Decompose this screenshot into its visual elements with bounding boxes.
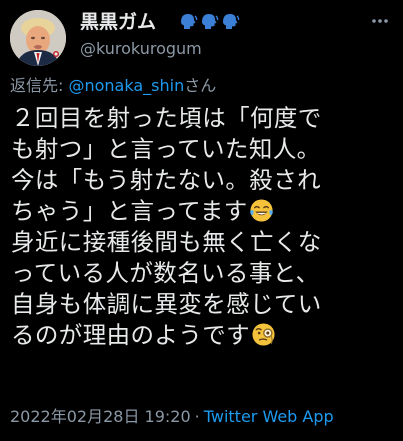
speaking-head-icon bbox=[223, 14, 240, 29]
reply-prefix: 返信先: bbox=[10, 76, 69, 95]
display-name[interactable]: 黒黒ガム bbox=[80, 10, 156, 34]
face-with-tears-of-joy-icon bbox=[249, 199, 273, 222]
tweet-line-with-emoji: ちゃう」と言ってます bbox=[11, 196, 399, 227]
tweet-line: ２回目を射った頃は「何度で bbox=[11, 104, 322, 132]
more-options-button[interactable] bbox=[365, 6, 395, 36]
speaking-head-icon bbox=[202, 14, 219, 29]
name-badges bbox=[178, 11, 240, 31]
face-with-monocle-icon bbox=[252, 323, 275, 346]
tweet-meta: 2022年02月28日 19:20 · Twitter Web App bbox=[10, 406, 334, 428]
more-dots-icon bbox=[372, 19, 388, 23]
tweet-card: 黒黒ガム @kurokurogum 返信先: @nonaka_shinさん ２回… bbox=[0, 0, 403, 441]
user-handle[interactable]: @kurokurogum bbox=[80, 38, 202, 60]
avatar[interactable] bbox=[10, 10, 66, 66]
speaking-head-icon bbox=[181, 14, 198, 29]
tweet-line: 今は「もう射たない。殺され bbox=[11, 166, 321, 194]
tweet-text: ２回目を射った頃は「何度で も射つ」と言っていた知人。 今は「もう射たない。殺さ… bbox=[11, 103, 399, 351]
tweet-source-link[interactable]: Twitter Web App bbox=[204, 407, 334, 426]
reply-context: 返信先: @nonaka_shinさん bbox=[10, 75, 216, 97]
tweet-line: 身近に接種後間も無く亡くな bbox=[11, 228, 322, 256]
tweet-line: 自身も体調に異変を感じてい bbox=[11, 290, 322, 318]
meta-separator: · bbox=[194, 407, 200, 426]
tweet-line-with-emoji: るのが理由のようです bbox=[11, 320, 399, 351]
reply-suffix: さん bbox=[184, 76, 217, 95]
tweet-line: っている人が数名いる事と、 bbox=[11, 259, 320, 287]
tweet-line: も射つ」と言っていた知人。 bbox=[11, 135, 321, 163]
tweet-line: ちゃう」と言ってます bbox=[11, 197, 248, 225]
reply-mention-link[interactable]: @nonaka_shin bbox=[68, 76, 184, 95]
avatar-image bbox=[10, 10, 66, 66]
tweet-line: るのが理由のようです bbox=[11, 321, 250, 349]
tweet-timestamp[interactable]: 2022年02月28日 19:20 bbox=[10, 407, 191, 426]
